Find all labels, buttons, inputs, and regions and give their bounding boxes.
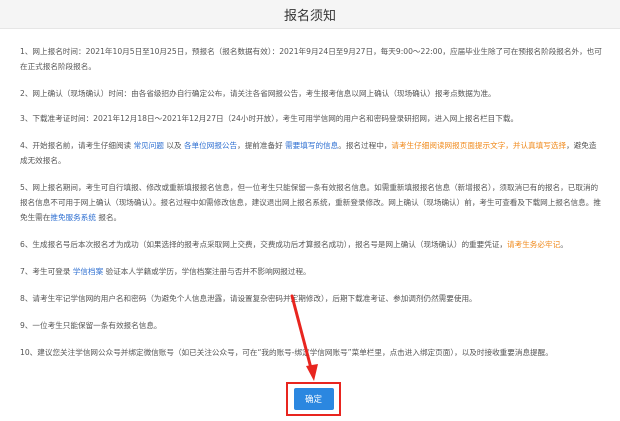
confirm-highlight-box: 确定 bbox=[286, 382, 341, 416]
annotation-arrow-icon bbox=[290, 294, 318, 381]
confirm-button[interactable]: 确定 bbox=[293, 388, 334, 410]
